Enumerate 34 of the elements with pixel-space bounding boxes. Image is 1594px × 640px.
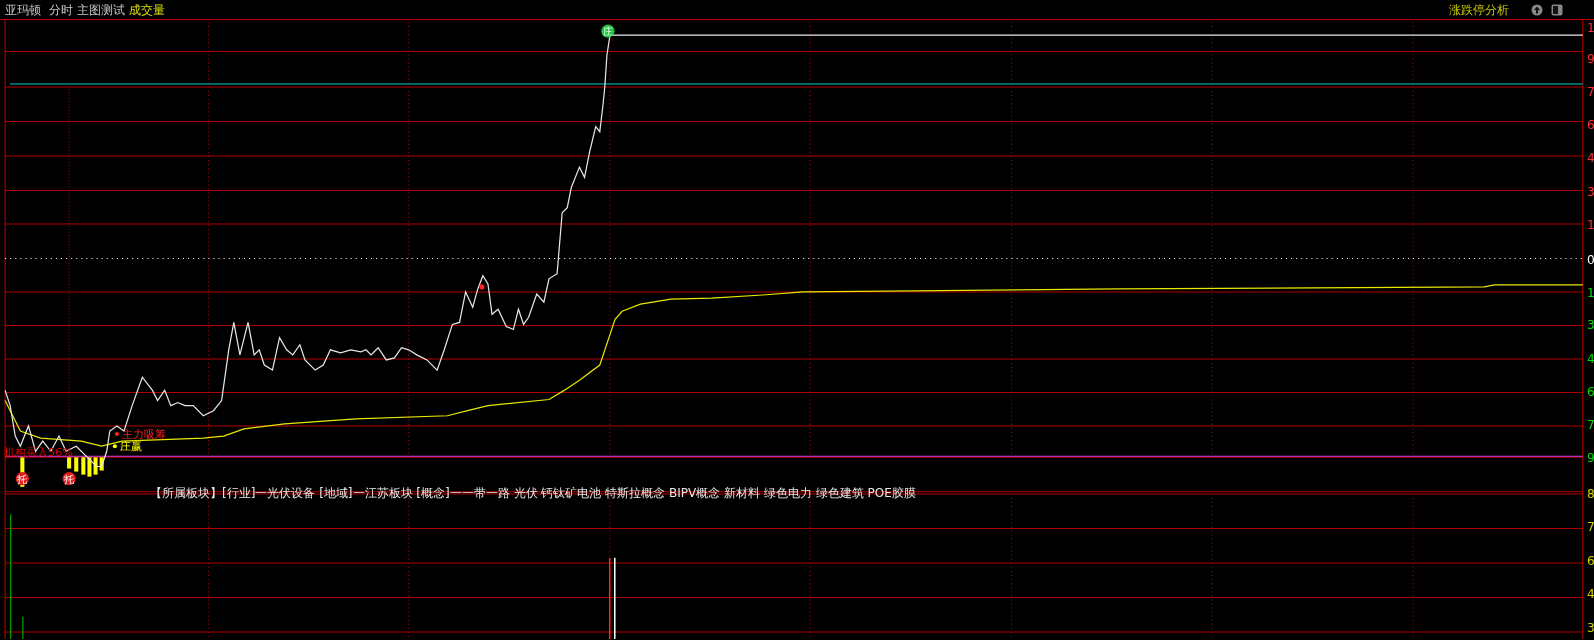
axis-label: 6 [1586, 553, 1594, 568]
support-badge: 托 [62, 472, 76, 486]
axis-label: 4 [1586, 352, 1594, 366]
upload-icon[interactable] [1531, 3, 1543, 16]
axis-label: 8 [1586, 486, 1594, 501]
axis-label: 6 [1586, 385, 1594, 400]
axis-label: 4 [1586, 151, 1594, 166]
axis-label: 7 [1586, 520, 1594, 535]
stock-name: 亚玛顿 [5, 1, 41, 19]
indicator-label: 成交量 [129, 1, 165, 19]
axis-label: 1 [1586, 218, 1594, 233]
support-badge: 托 [15, 472, 29, 486]
peak-badge: 庄 [601, 24, 615, 38]
axis-label: 1 [1586, 21, 1594, 36]
axis-label: 3 [1586, 318, 1594, 333]
signal-label: 主力吸筹 [122, 428, 167, 442]
axis-label: 0 [1586, 252, 1594, 267]
axis-label: 6 [1586, 117, 1594, 132]
signal-label: 庄赢 [119, 440, 142, 454]
sector-info: 【所属板块】[行业]一光伏设备 [地域]一江苏板块 [概念]一一带一路 光伏 钙钛矿电池 特斯拉概念 BIPV概念 新材料 绿色电力 绿色建筑 POE胶膜 [150, 485, 916, 502]
marker-dot [479, 284, 485, 290]
period-label: 分时 [49, 1, 73, 19]
template-label: 主图测试 [77, 1, 125, 19]
axis-label: 7 [1586, 417, 1594, 432]
axis-label: 3 [1586, 620, 1594, 635]
axis-label: 3 [1586, 184, 1594, 199]
axis-label: 7 [1586, 85, 1594, 100]
panel-toggle-icon[interactable] [1551, 3, 1563, 16]
signal-label: 机构买入56% [4, 446, 73, 460]
axis-label: 4 [1586, 587, 1594, 602]
axis-label: 9 [1586, 51, 1594, 66]
axis-label: 9 [1586, 451, 1594, 466]
axis-label: 1 [1586, 286, 1594, 301]
panel-title[interactable]: 涨跌停分析 [1449, 0, 1509, 19]
